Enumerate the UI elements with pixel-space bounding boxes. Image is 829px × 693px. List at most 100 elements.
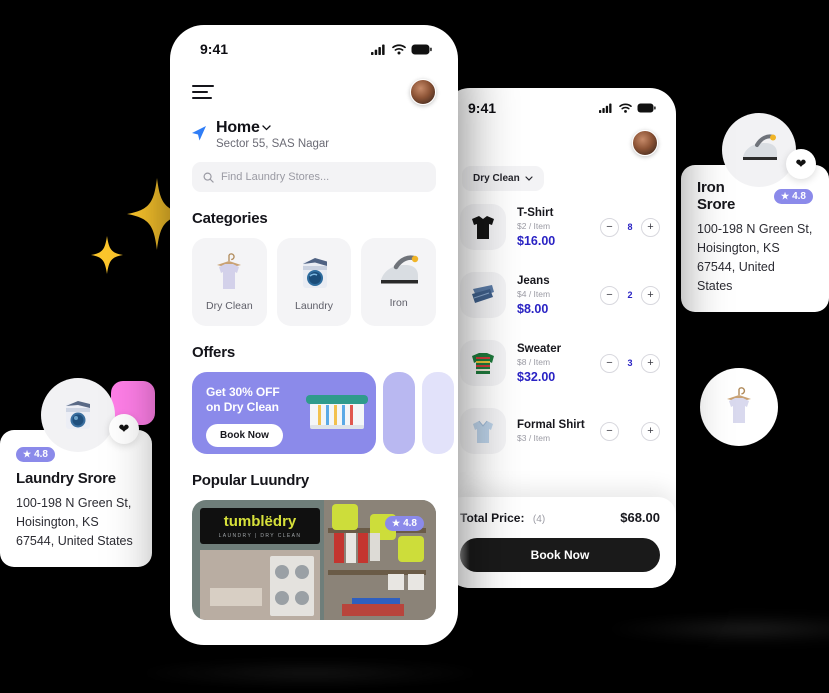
cart-item-row[interactable]: Jeans $4 / Item $8.00 − 2 + [444,250,676,318]
store-icon-wrap [722,113,796,187]
background-shadow-right [600,616,829,642]
popular-store-card[interactable]: tumblëdry LAUNDRY | DRY CLEAN ★ 4.8 [192,500,436,620]
offers-carousel[interactable]: Get 30% OFF on Dry Clean Book Now [170,361,458,454]
quantity-value: 2 [627,290,633,300]
rating-value: 4.8 [34,449,48,460]
item-name: Jeans [517,274,550,287]
categories-row: Dry Clean Laundry Iron [170,227,458,326]
washing-machine-icon [303,258,327,288]
quantity-stepper[interactable]: − 2 + [600,285,660,305]
decrement-button[interactable]: − [600,217,619,237]
quantity-value: 8 [627,222,633,232]
chevron-down-icon [525,176,533,181]
star-icon: ★ [23,449,32,459]
location-subtitle: Sector 55, SAS Nagar [216,138,330,150]
jeans-icon [472,285,494,303]
item-unit-price: $4 / Item [517,288,551,299]
rating-badge-iron: ★ 4.8 [774,188,813,204]
item-thumbnail [460,340,506,386]
item-name: T-Shirt [517,206,554,219]
categories-title: Categories [192,210,268,227]
quantity-stepper[interactable]: − 3 + [600,353,660,373]
category-label: Iron [389,297,408,309]
offer-book-now-button[interactable]: Book Now [206,424,283,447]
increment-button[interactable]: + [641,421,660,441]
rating-value: 4.8 [792,190,806,202]
location-arrow-icon [192,126,206,141]
search-placeholder: Find Laundry Stores... [221,171,330,183]
book-now-button[interactable]: Book Now [460,538,660,572]
status-time: 9:41 [200,41,229,57]
cart-item-row[interactable]: Formal Shirt $3 / Item − + [444,386,676,454]
item-total-price: $16.00 [517,233,556,248]
star-icon: ★ [392,518,401,528]
item-unit-price: $2 / Item [517,220,551,231]
quantity-value: 3 [627,358,633,368]
total-row: Total Price: (4) $68.00 [460,509,660,527]
item-unit-price: $3 / Item [517,433,551,443]
quantity-stepper[interactable]: − 8 + [600,217,660,237]
offer-line-2: on Dry Clean [206,400,279,414]
decrement-button[interactable]: − [600,421,619,441]
offer-line-1: Get 30% OFF [206,385,280,399]
phone-home-screen: 9:41 Home Sector 55, SAS Nagar Find Laun… [170,25,458,645]
statusbar-home: 9:41 [170,25,458,57]
filter-chip-dry-clean[interactable]: Dry Clean [462,166,544,191]
store-address: 100-198 N Green St, Hoisington, KS 67544… [16,496,133,548]
decrement-button[interactable]: − [600,353,619,373]
item-total-price: $32.00 [517,369,556,384]
signal-icon [371,44,385,55]
offer-peek-card[interactable] [422,372,454,454]
user-avatar[interactable] [410,79,436,105]
category-label: Dry Clean [205,300,253,312]
decrement-button[interactable]: − [600,285,619,305]
store-card-iron[interactable]: ❤ Iron Srore ★ 4.8 100-198 N Green St, H… [681,113,829,312]
cart-item-row[interactable]: T-Shirt $2 / Item $16.00 − 8 + [444,191,676,250]
hanging-shirt-icon [217,253,242,289]
offers-title: Offers [192,344,235,361]
favorite-button-laundry[interactable]: ❤ [109,414,139,444]
category-card-iron[interactable]: Iron [361,238,437,326]
iron-icon [743,134,777,160]
statusbar-cart: 9:41 [444,88,676,116]
heart-icon: ❤ [118,421,130,436]
svg-text:LAUNDRY | DRY CLEAN: LAUNDRY | DRY CLEAN [219,533,302,539]
quantity-stepper[interactable]: − + [600,421,660,441]
location-selector[interactable]: Home Sector 55, SAS Nagar [170,105,458,150]
total-count: (4) [532,514,546,525]
item-thumbnail [460,408,506,454]
user-avatar[interactable] [632,130,658,156]
category-card-laundry[interactable]: Laundry [276,238,352,326]
iron-icon [380,255,418,284]
popular-store-rating-badge: ★ 4.8 [385,513,424,531]
rating-value: 4.8 [403,518,417,529]
item-total-price: $8.00 [517,301,549,316]
popular-title: Popular Luundry [192,472,310,489]
search-icon [203,172,214,183]
category-card-dry-clean[interactable]: Dry Clean [192,238,267,326]
increment-button[interactable]: + [641,217,660,237]
chevron-down-icon [262,125,271,131]
search-input[interactable]: Find Laundry Stores... [192,162,436,192]
signal-icon [599,103,612,113]
hamburger-menu-icon[interactable] [192,85,214,99]
store-card-laundry[interactable]: ❤ ★ 4.8 Laundry Srore 100-198 N Green St… [0,378,152,567]
floating-shirt-circle [700,368,778,446]
category-label: Laundry [295,300,333,312]
tshirt-icon [472,216,494,239]
cart-item-row[interactable]: Sweater $8 / Item $32.00 − 3 + [444,318,676,386]
total-amount: $68.00 [620,510,660,525]
svg-text:tumblëdry: tumblëdry [224,513,297,530]
offer-banner-dry-clean[interactable]: Get 30% OFF on Dry Clean Book Now [192,372,376,454]
increment-button[interactable]: + [641,285,660,305]
item-thumbnail [460,272,506,318]
sweater-icon [472,353,494,374]
favorite-button-iron[interactable]: ❤ [786,149,816,179]
item-unit-price: $8 / Item [517,356,551,367]
increment-button[interactable]: + [641,353,660,373]
cart-header [444,116,676,156]
offer-peek-card[interactable] [383,372,415,454]
cart-footer: Total Price: (4) $68.00 Book Now [444,497,676,588]
wifi-icon [392,43,406,54]
battery-icon [637,103,656,113]
